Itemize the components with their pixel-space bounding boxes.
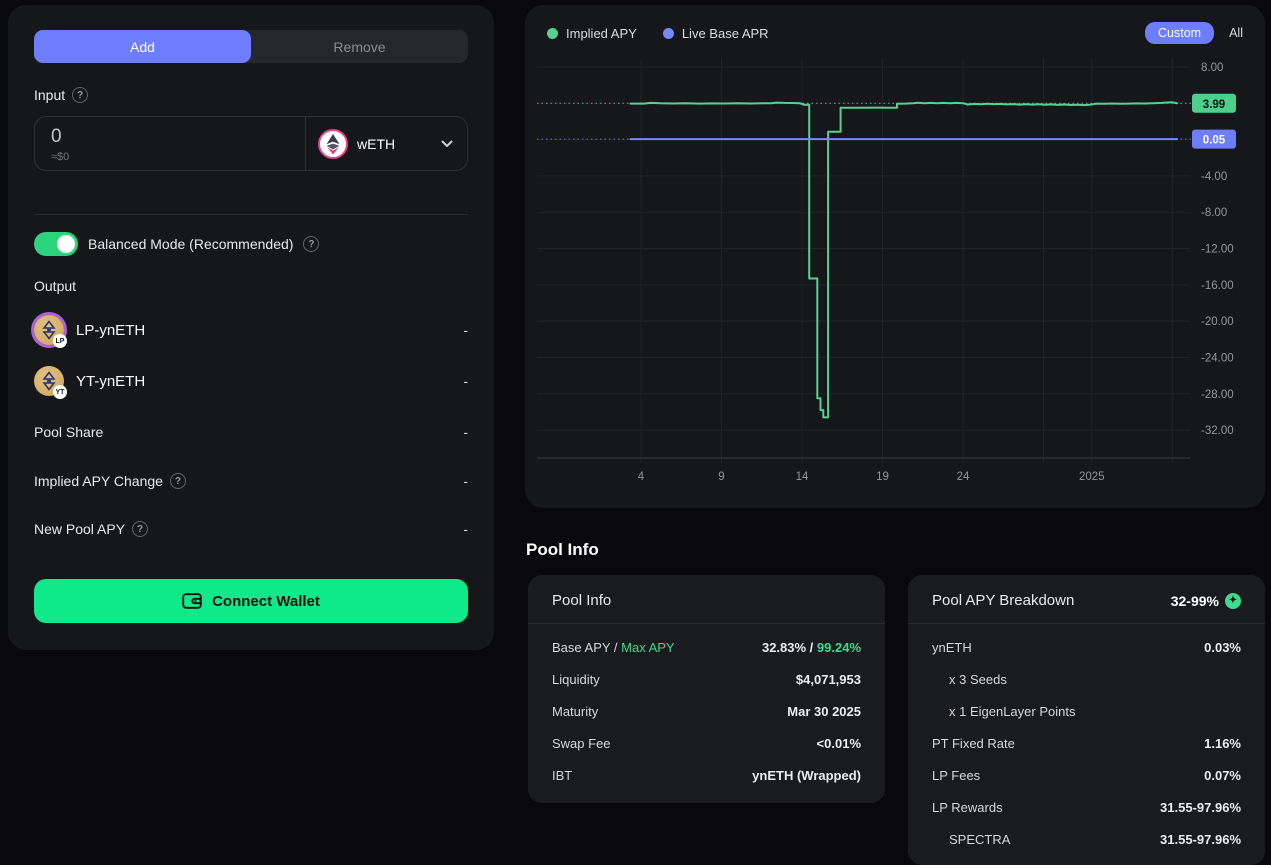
implied-apy-change-row: Implied APY Change ? - (34, 473, 468, 489)
balanced-mode-toggle[interactable] (34, 232, 78, 256)
output-row-yt: YT YT-ynETH - (34, 366, 468, 396)
apy-card-title: Pool APY Breakdown (932, 592, 1074, 609)
live-base-apr-dot-icon (663, 28, 674, 39)
output-value: - (463, 322, 468, 338)
boost-sparkle-icon[interactable]: ✦ (1225, 593, 1241, 609)
chart-legend: Implied APY Live Base APR Custom All (547, 22, 1243, 44)
output-label: Output (34, 278, 468, 294)
liquidity-form-panel: Add Remove Input ? 0 ≈$0 wETH (8, 5, 494, 650)
implied-apy-change-label: Implied APY Change (34, 473, 163, 489)
svg-text:-8.00: -8.00 (1201, 207, 1227, 219)
pool-share-label: Pool Share (34, 424, 103, 440)
info-row-maturity: Maturity Mar 30 2025 (528, 695, 885, 727)
pool-info-heading: Pool Info (526, 540, 599, 560)
balanced-mode-help-icon[interactable]: ? (303, 236, 319, 252)
svg-text:4: 4 (638, 471, 645, 483)
apy-history-chart[interactable]: 8.00 -4.00 -8.00 -12.00 -16.00 -20.00 -24.00 -2… (525, 5, 1265, 508)
output-row-lp: LP LP-ynETH - (34, 315, 468, 345)
new-pool-apy-value: - (463, 521, 468, 537)
amount-usd-estimate: ≈$0 (51, 151, 305, 163)
svg-text:-12.00: -12.00 (1201, 244, 1234, 256)
apy-chart-panel: Implied APY Live Base APR Custom All 8.0… (525, 5, 1265, 508)
info-row-ibt: IBT ynETH (Wrapped) (528, 759, 885, 791)
svg-text:-24.00: -24.00 (1201, 352, 1234, 364)
yt-yneth-token-icon: YT (34, 366, 64, 396)
legend-item-implied-apy[interactable]: Implied APY (547, 26, 637, 41)
range-all-button[interactable]: All (1229, 26, 1243, 40)
range-custom-button[interactable]: Custom (1145, 22, 1214, 44)
amount-field[interactable]: 0 ≈$0 (35, 117, 305, 170)
output-token-name: YT-ynETH (76, 373, 145, 390)
chart-range-group: Custom All (1145, 22, 1243, 44)
info-row-base-apy: Base APY / Max APY 32.83% / 99.24% (528, 631, 885, 663)
token-selector[interactable]: wETH (305, 117, 467, 170)
pool-apy-breakdown-card: Pool APY Breakdown 32-99% ✦ ynETH 0.03% … (908, 575, 1265, 865)
balanced-mode-label: Balanced Mode (Recommended) (88, 236, 293, 252)
svg-text:0.05: 0.05 (1203, 135, 1226, 147)
svg-text:-20.00: -20.00 (1201, 316, 1234, 328)
svg-text:14: 14 (796, 471, 809, 483)
apy-row-lp-rewards: LP Rewards 31.55-97.96% (908, 791, 1265, 823)
svg-text:8.00: 8.00 (1201, 62, 1223, 74)
pool-share-value: - (463, 424, 468, 440)
add-remove-segmented-control: Add Remove (34, 30, 468, 63)
svg-text:9: 9 (718, 471, 724, 483)
lp-yneth-token-icon: LP (34, 315, 64, 345)
amount-value: 0 (51, 126, 305, 148)
tab-remove[interactable]: Remove (251, 30, 468, 63)
svg-text:-32.00: -32.00 (1201, 425, 1234, 437)
output-token-name: LP-ynETH (76, 322, 145, 339)
balanced-mode-row: Balanced Mode (Recommended) ? (34, 232, 468, 256)
pool-share-row: Pool Share - (34, 424, 468, 440)
implied-apy-change-value: - (463, 473, 468, 489)
info-row-liquidity: Liquidity $4,071,953 (528, 663, 885, 695)
pool-info-card: Pool Info Base APY / Max APY 32.83% / 99… (528, 575, 885, 803)
info-row-swap-fee: Swap Fee <0.01% (528, 727, 885, 759)
legend-item-live-base-apr[interactable]: Live Base APR (663, 26, 769, 41)
connect-wallet-button[interactable]: Connect Wallet (34, 579, 468, 623)
apy-row-yneth: ynETH 0.03% (908, 631, 1265, 663)
apy-total: 32-99% ✦ (1171, 593, 1241, 609)
svg-text:2025: 2025 (1079, 471, 1105, 483)
apy-row-pt-fixed-rate: PT Fixed Rate 1.16% (908, 727, 1265, 759)
apy-card-header: Pool APY Breakdown 32-99% ✦ (908, 575, 1265, 624)
implied-apy-change-help-icon[interactable]: ? (170, 473, 186, 489)
input-label: Input (34, 87, 65, 103)
input-label-row: Input ? (34, 87, 468, 103)
apy-row-lp-fees: LP Fees 0.07% (908, 759, 1265, 791)
svg-text:-4.00: -4.00 (1201, 171, 1227, 183)
chevron-down-icon (441, 140, 453, 148)
svg-text:-28.00: -28.00 (1201, 389, 1234, 401)
input-help-icon[interactable]: ? (72, 87, 88, 103)
form-divider (34, 214, 468, 215)
svg-text:19: 19 (876, 471, 889, 483)
pool-info-card-header: Pool Info (528, 575, 885, 624)
wallet-icon (182, 592, 202, 610)
new-pool-apy-label: New Pool APY (34, 521, 125, 537)
pool-info-card-title: Pool Info (552, 592, 611, 609)
amount-input-box: 0 ≈$0 wETH (34, 116, 468, 171)
tab-add[interactable]: Add (34, 30, 251, 63)
output-value: - (463, 373, 468, 389)
svg-text:3.99: 3.99 (1203, 99, 1225, 111)
apy-row-eigenlayer: x 1 EigenLayer Points (908, 695, 1265, 727)
svg-text:24: 24 (957, 471, 970, 483)
new-pool-apy-help-icon[interactable]: ? (132, 521, 148, 537)
svg-text:-16.00: -16.00 (1201, 280, 1234, 292)
apy-row-spectra: SPECTRA 31.55-97.96% (908, 823, 1265, 855)
token-name: wETH (357, 136, 432, 152)
weth-token-icon (318, 129, 348, 159)
apy-row-seeds: x 3 Seeds (908, 663, 1265, 695)
implied-apy-dot-icon (547, 28, 558, 39)
new-pool-apy-row: New Pool APY ? - (34, 521, 468, 537)
